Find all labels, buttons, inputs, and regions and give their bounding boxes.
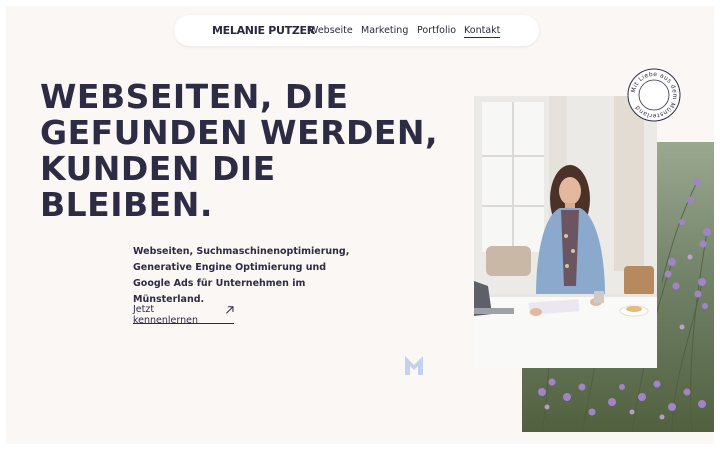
headline-line: BLEIBEN. xyxy=(40,185,213,224)
nav-item-portfolio[interactable]: Portfolio xyxy=(417,25,456,36)
brand-logo[interactable]: MELANIE PUTZER xyxy=(212,24,315,37)
muensterland-badge: Mit Liebe aus dem Münsterland xyxy=(627,68,681,122)
hero-headline: WEBSEITEN, DIE GEFUNDEN WERDEN, KUNDEN D… xyxy=(40,77,439,224)
cta-label: Jetzt kennenlernen xyxy=(133,304,199,326)
portrait-illustration xyxy=(474,96,657,368)
hero-subtext: Webseiten, Suchmaschinenoptimierung, Gen… xyxy=(133,246,350,305)
m-logo-icon xyxy=(405,356,423,375)
portrait-photo xyxy=(474,96,657,368)
nav-item-webseite[interactable]: Webseite xyxy=(309,25,353,36)
nav-item-kontakt[interactable]: Kontakt xyxy=(464,25,501,38)
headline-line: WEBSEITEN, DIE xyxy=(40,77,349,116)
headline-line: GEFUNDEN WERDEN, xyxy=(40,113,439,152)
nav-item-marketing[interactable]: Marketing xyxy=(361,25,408,36)
cta-link[interactable]: Jetzt kennenlernen xyxy=(133,304,234,326)
arrow-up-right-icon xyxy=(225,306,234,314)
headline-line: KUNDEN DIE xyxy=(40,149,276,188)
page: MELANIE PUTZER Webseite Marketing Portfo… xyxy=(6,6,714,444)
top-navigation: MELANIE PUTZER Webseite Marketing Portfo… xyxy=(174,15,539,46)
